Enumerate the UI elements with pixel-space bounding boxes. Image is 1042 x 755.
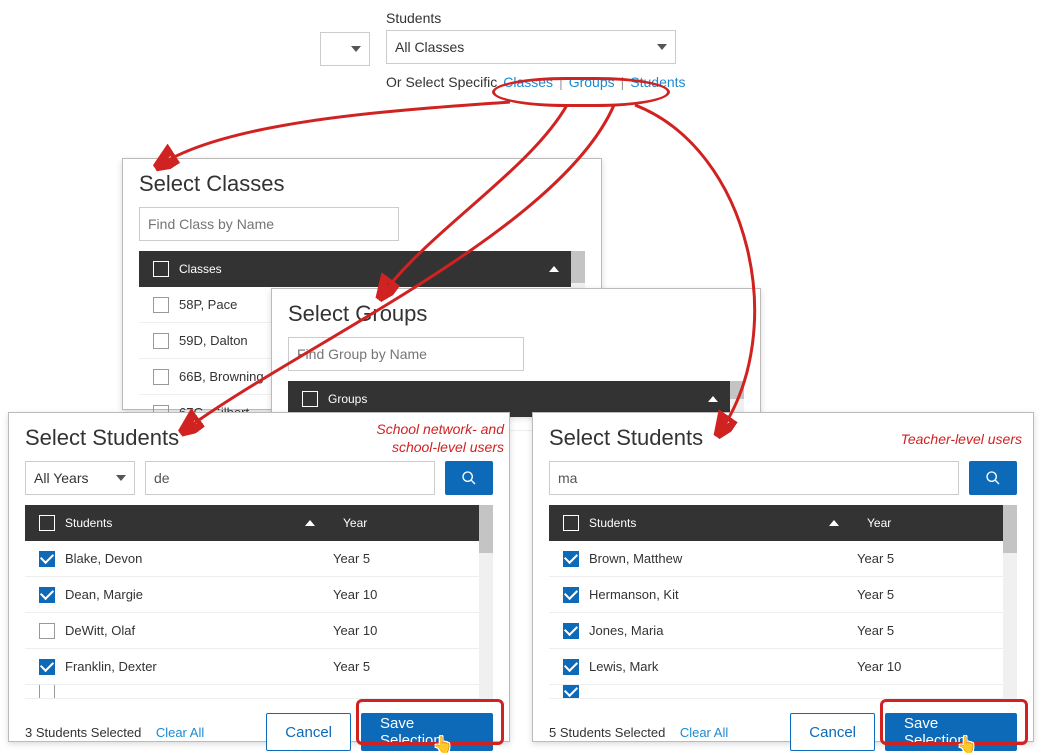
row-checkbox[interactable] (39, 659, 55, 675)
find-class-input[interactable] (139, 207, 399, 241)
row-checkbox[interactable] (563, 659, 579, 675)
selected-count-right: 5 Students Selected (549, 725, 665, 740)
select-all-checkbox[interactable] (153, 261, 169, 277)
small-dropdown[interactable] (320, 32, 370, 66)
separator: | (621, 74, 625, 90)
student-year: Year 5 (333, 551, 370, 566)
student-name: Franklin, Dexter (65, 659, 333, 674)
student-year: Year 5 (857, 551, 894, 566)
link-groups[interactable]: Groups (569, 74, 615, 90)
row-checkbox[interactable] (39, 685, 55, 699)
col-students[interactable]: Students (589, 516, 839, 530)
link-students[interactable]: Students (630, 74, 685, 90)
student-name: Lewis, Mark (589, 659, 857, 674)
col-year[interactable]: Year (867, 516, 891, 530)
student-search-input-left[interactable] (145, 461, 435, 495)
student-year: Year 5 (333, 659, 370, 674)
link-classes[interactable]: Classes (503, 74, 553, 90)
select-specific-line: Or Select Specific Classes | Groups | St… (386, 74, 686, 90)
student-name: Blake, Devon (65, 551, 333, 566)
students-row-list-left: Blake, DevonYear 5 Dean, MargieYear 10 D… (25, 541, 493, 699)
select-students-right-panel: Select Students Students Year Brown, Mat… (532, 412, 1034, 742)
chevron-down-icon (657, 44, 667, 50)
annotation-right-note: Teacher-level users (892, 430, 1022, 448)
class-name: 58P, Pace (179, 297, 237, 312)
panel-title-classes: Select Classes (139, 171, 585, 197)
student-name: Brown, Matthew (589, 551, 857, 566)
chevron-down-icon (116, 475, 126, 481)
search-button-right[interactable] (969, 461, 1017, 495)
cancel-button-left[interactable]: Cancel (266, 713, 351, 751)
sort-icon[interactable] (305, 520, 315, 526)
row-checkbox[interactable] (153, 297, 169, 313)
col-students[interactable]: Students (65, 516, 315, 530)
years-value: All Years (34, 470, 88, 486)
student-year: Year 5 (857, 587, 894, 602)
save-selection-button-left[interactable]: Save Selection (361, 713, 493, 751)
students-dropdown[interactable]: All Classes (386, 30, 676, 64)
student-search-input-right[interactable] (549, 461, 959, 495)
separator: | (559, 74, 563, 90)
cursor-icon: 👆 (433, 735, 453, 755)
row-checkbox[interactable] (563, 685, 579, 699)
clear-all-right[interactable]: Clear All (680, 725, 728, 740)
select-all-checkbox[interactable] (563, 515, 579, 531)
scrollbar[interactable] (479, 505, 493, 699)
student-name: DeWitt, Olaf (65, 623, 333, 638)
students-dropdown-value: All Classes (395, 39, 464, 55)
col-year[interactable]: Year (343, 516, 367, 530)
select-all-checkbox[interactable] (39, 515, 55, 531)
col-classes-header: Classes (179, 262, 222, 276)
row-checkbox[interactable] (563, 551, 579, 567)
row-checkbox[interactable] (153, 333, 169, 349)
student-year: Year 10 (333, 587, 377, 602)
row-checkbox[interactable] (39, 587, 55, 603)
students-label: Students (386, 10, 686, 26)
student-year: Year 10 (857, 659, 901, 674)
sort-icon[interactable] (549, 266, 559, 272)
row-checkbox[interactable] (153, 369, 169, 385)
clear-all-left[interactable]: Clear All (156, 725, 204, 740)
select-all-checkbox[interactable] (302, 391, 318, 407)
search-icon (985, 470, 1001, 486)
class-name: 59D, Dalton (179, 333, 248, 348)
student-name: Hermanson, Kit (589, 587, 857, 602)
cancel-button-right[interactable]: Cancel (790, 713, 875, 751)
save-selection-button-right[interactable]: Save Selection (885, 713, 1017, 751)
col-groups-header: Groups (328, 392, 367, 406)
search-icon (461, 470, 477, 486)
selected-count-left: 3 Students Selected (25, 725, 141, 740)
student-name: Dean, Margie (65, 587, 333, 602)
student-year: Year 5 (857, 623, 894, 638)
row-checkbox[interactable] (39, 551, 55, 567)
find-group-input[interactable] (288, 337, 524, 371)
chevron-down-icon (351, 46, 361, 52)
sort-icon[interactable] (708, 396, 718, 402)
students-row-list-right: Brown, MatthewYear 5 Hermanson, KitYear … (549, 541, 1017, 699)
annotation-left-note: School network- and school-level users (356, 420, 504, 456)
search-button-left[interactable] (445, 461, 493, 495)
sort-icon[interactable] (829, 520, 839, 526)
students-table-header-left: Students Year (25, 505, 493, 541)
cursor-icon: 👆 (957, 735, 977, 755)
select-groups-panel: Select Groups Groups (271, 288, 761, 416)
class-name: 66B, Browning (179, 369, 264, 384)
row-checkbox[interactable] (563, 587, 579, 603)
students-table-header-right: Students Year (549, 505, 1017, 541)
classes-table-header[interactable]: Classes (139, 251, 585, 287)
row-checkbox[interactable] (39, 623, 55, 639)
specific-prefix: Or Select Specific (386, 74, 497, 90)
select-students-left-panel: Select Students All Years Students Year … (8, 412, 510, 742)
panel-title-groups: Select Groups (288, 301, 744, 327)
scrollbar[interactable] (1003, 505, 1017, 699)
student-year: Year 10 (333, 623, 377, 638)
all-years-dropdown[interactable]: All Years (25, 461, 135, 495)
student-name: Jones, Maria (589, 623, 857, 638)
row-checkbox[interactable] (563, 623, 579, 639)
